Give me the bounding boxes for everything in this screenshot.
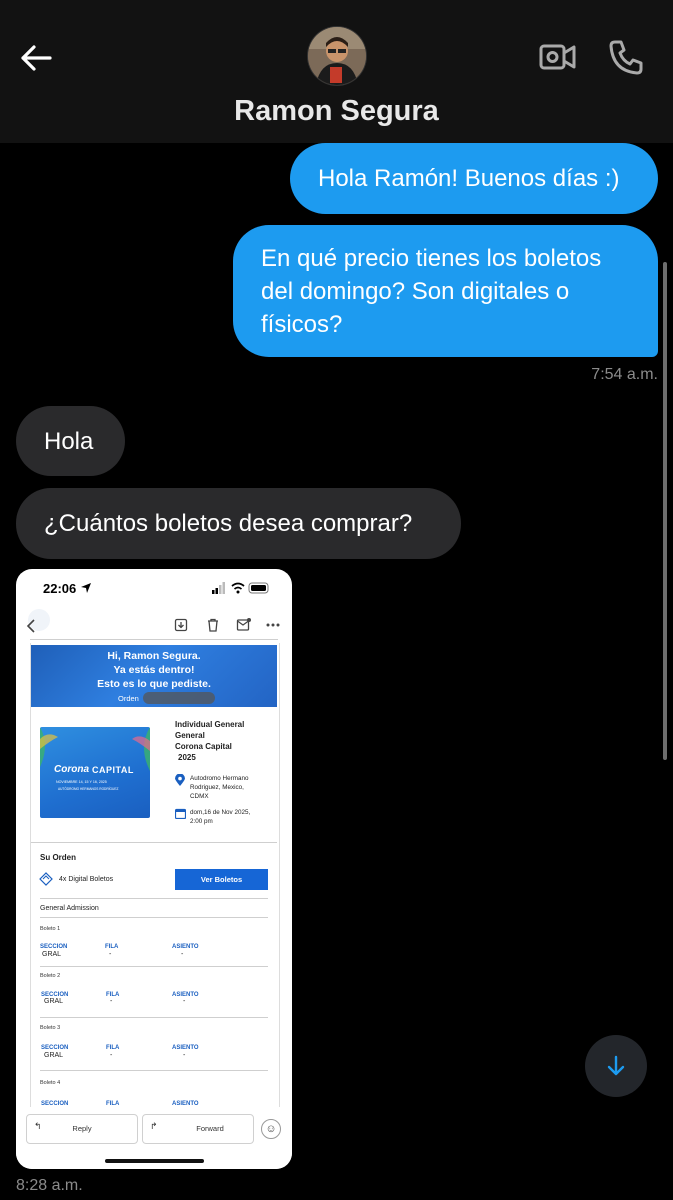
timestamp: 8:28 a.m. — [16, 1177, 83, 1194]
section-value: GRAL — [44, 1052, 64, 1059]
order-title: Su Orden — [40, 853, 77, 862]
message-text: En qué precio tienes los boletos del dom… — [261, 244, 602, 338]
seat-header: ASIENTO — [172, 944, 199, 950]
message-text: ¿Cuántos boletos desea comprar? — [44, 510, 413, 537]
ticket-label: Boleto 3 — [40, 1025, 61, 1031]
event-year: 2025 — [178, 753, 196, 762]
row-header: FILA — [105, 944, 119, 950]
hero-line: Esto es lo que pediste. — [97, 678, 211, 690]
forward-button[interactable]: ↱ Forward — [142, 1114, 254, 1144]
incoming-message[interactable]: ¿Cuántos boletos desea comprar? — [16, 488, 461, 559]
timestamp: 7:54 a.m. — [591, 366, 658, 383]
message-image[interactable]: 22:06 Hi, Ramon Segura. Ya estás dentro!… — [16, 569, 292, 1169]
contact-name: Ramon Segura — [234, 95, 439, 127]
venue-line: Autodromo Hermano — [190, 775, 249, 782]
redacted-order-number — [143, 692, 215, 704]
location-pin-icon — [175, 774, 185, 786]
hero-greeting: Hi, Ramon Segura. — [107, 650, 201, 662]
seat-value: - — [183, 1052, 186, 1059]
hero-line: Ya estás dentro! — [113, 664, 195, 676]
emoji-icon[interactable]: ☺ — [261, 1119, 281, 1139]
chevron-left-icon[interactable] — [25, 619, 37, 633]
ticket-quantity: 4x Digital Boletos — [59, 876, 114, 883]
poster-dates: NOVIEMBRE 14, 15 Y 16, 2025 — [56, 780, 107, 784]
avatar[interactable] — [308, 27, 366, 85]
outgoing-message[interactable]: Hola Ramón! Buenos días :) — [290, 143, 658, 214]
venue-line: CDMX — [190, 793, 209, 800]
status-bar: 22:06 — [16, 569, 292, 603]
conversation-header: Ramon Segura — [0, 0, 673, 143]
row-value: - — [110, 1052, 113, 1059]
poster-title: CAPITAL — [92, 765, 134, 775]
ticket-label: Boleto 4 — [40, 1080, 61, 1086]
venue-address: Autodromo Hermano Rodriguez, Mexico, CDM… — [190, 774, 248, 801]
more-icon[interactable] — [266, 623, 280, 627]
arrow-left-icon[interactable] — [16, 38, 56, 78]
row-header: FILA — [106, 992, 120, 998]
order-label: Orden — [118, 694, 139, 703]
venue-line: Rodriguez, Mexico, — [190, 784, 244, 791]
event-date: dom,16 de Nov 2025, 2:00 pm — [190, 808, 250, 826]
mark-unread-icon[interactable] — [236, 617, 252, 632]
section-value: GRAL — [42, 951, 62, 958]
seat-value: - — [183, 998, 186, 1005]
ticket-label: Boleto 1 — [40, 926, 61, 932]
event-details: Individual General General Corona Capita… — [175, 719, 244, 763]
archive-icon[interactable] — [174, 618, 188, 632]
incoming-message[interactable]: Hola — [16, 406, 125, 476]
seat-header: ASIENTO — [172, 1045, 199, 1051]
date-line: dom,16 de Nov 2025, — [190, 809, 251, 816]
date-line: 2:00 pm — [190, 818, 213, 825]
poster-venue: AUTÓDROMO HERMANOS RODRÍGUEZ — [58, 787, 119, 791]
event-name: Corona Capital — [175, 742, 232, 751]
status-time: 22:06 — [43, 581, 77, 596]
admission-label: General Admission — [40, 905, 99, 912]
location-arrow-icon — [81, 583, 91, 593]
ticket-label: Boleto 2 — [40, 973, 61, 979]
section-header: SECCION — [41, 1045, 69, 1051]
poster-brand: Corona — [54, 764, 89, 775]
ticket-row: Boleto 3 SECCION FILA ASIENTO GRAL - - — [40, 1025, 268, 1069]
home-indicator — [105, 1159, 204, 1163]
section-header: SECCION — [40, 944, 68, 950]
section-value: GRAL — [44, 998, 64, 1005]
reply-button[interactable]: ↰ Reply — [26, 1114, 138, 1144]
ticket-type: Individual General — [175, 720, 245, 729]
ticket-row: Boleto 1 SECCION FILA ASIENTO GRAL - - — [40, 926, 268, 970]
message-text: Hola — [44, 427, 94, 455]
row-value: - — [109, 951, 112, 958]
signal-wifi-battery-icon — [212, 582, 269, 594]
arrow-down-icon — [607, 1055, 625, 1076]
reply-label: Reply — [72, 1124, 92, 1133]
seat-value: - — [181, 951, 184, 958]
forward-label: Forward — [196, 1124, 224, 1133]
scroll-to-bottom-button[interactable] — [585, 1035, 647, 1097]
row-header: FILA — [106, 1045, 120, 1051]
phone-icon[interactable] — [606, 37, 646, 77]
hero-banner: Hi, Ramon Segura. Ya estás dentro! Esto … — [31, 645, 277, 707]
row-value: - — [110, 998, 113, 1005]
scrollbar[interactable] — [663, 262, 667, 760]
ticket-row: Boleto 2 SECCION FILA ASIENTO GRAL - - — [40, 973, 268, 1017]
event-poster: Corona CAPITAL NOVIEMBRE 14, 15 Y 16, 20… — [40, 727, 150, 818]
ticket-icon — [39, 872, 53, 886]
calendar-icon — [175, 808, 186, 819]
ticket-row: Boleto 4 SECCION FILA ASIENTO — [40, 1080, 268, 1110]
view-tickets-button[interactable]: Ver Boletos — [175, 869, 268, 890]
outgoing-message[interactable]: En qué precio tienes los boletos del dom… — [233, 225, 658, 357]
trash-icon[interactable] — [206, 618, 220, 632]
message-text: Hola Ramón! Buenos días :) — [318, 165, 620, 192]
video-call-icon[interactable] — [538, 37, 578, 77]
ticket-type: General — [175, 731, 205, 740]
